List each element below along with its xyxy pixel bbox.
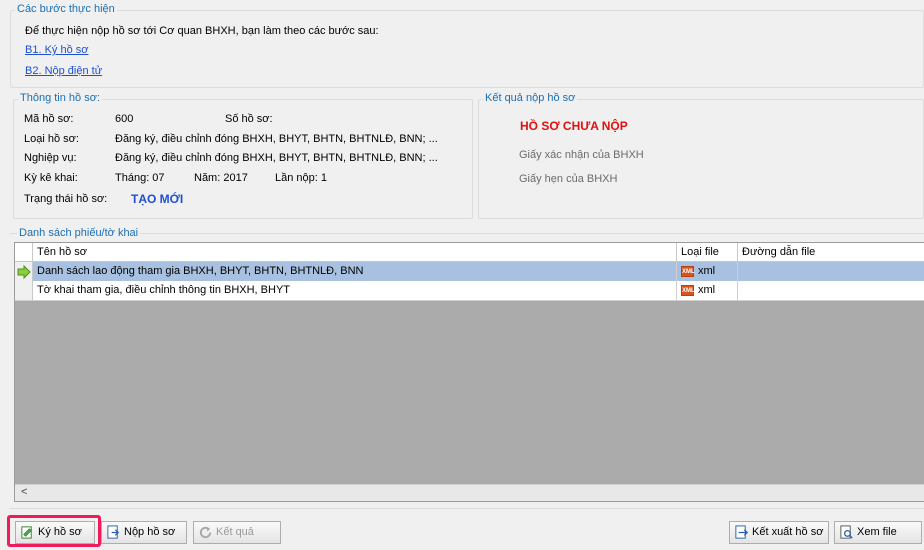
row-type-label: xml [698,265,716,277]
result-legend: Kết quả nộp hồ sơ [483,92,578,104]
nop-ho-so-label: Nộp hồ sơ [124,526,176,538]
xml-file-icon: XML [681,284,695,296]
trang-thai-value: TẠO MỚI [131,192,184,206]
nam-value: Năm: 2017 [194,172,248,184]
ky-ke-khai-label: Kỳ kê khai: [24,172,78,184]
bottom-divider [10,508,924,509]
steps-legend: Các bước thực hiện [15,3,117,15]
current-row-arrow-icon [17,264,31,280]
ket-qua-label: Kết quả [216,526,254,538]
giay-hen-link[interactable]: Giấy hẹn của BHXH [519,173,617,185]
nghiep-vu-value: Đăng ký, điều chỉnh đóng BHXH, BHYT, BHT… [115,152,438,164]
scroll-left-arrow-icon[interactable]: < [21,486,27,498]
giay-xac-nhan-link[interactable]: Giấy xác nhận của BHXH [519,149,644,161]
ket-xuat-button[interactable]: Kết xuất hồ sơ [729,521,829,544]
xml-file-icon: XML [681,265,695,277]
nop-ho-so-button[interactable]: Nộp hồ sơ [101,521,187,544]
row-name: Tờ khai tham gia, điều chỉnh thông tin B… [33,281,677,300]
grid-header: Tên hồ sơ Loại file Đường dẫn file [15,243,924,262]
lan-nop-value: Lần nộp: 1 [275,172,327,184]
trang-thai-label: Trạng thái hồ sơ: [24,193,108,205]
list-group-line [10,233,924,234]
info-legend: Thông tin hồ sơ: [18,92,102,104]
row-type: XML xml [677,281,738,300]
submit-document-icon [107,525,120,539]
step1-link[interactable]: B1. Ký hồ sơ [25,44,88,56]
ma-ho-so-value: 600 [115,113,134,125]
row-path [738,262,924,281]
result-status: HỒ SƠ CHƯA NỘP [520,119,628,133]
steps-group: Các bước thực hiện [10,3,924,88]
ket-xuat-label: Kết xuất hồ sơ [752,526,824,538]
step2-link[interactable]: B2. Nộp điện tử [25,65,102,77]
refresh-icon [199,526,212,539]
so-ho-so-label: Số hồ sơ: [225,113,273,125]
export-icon [735,525,749,539]
thang-value: Tháng: 07 [115,172,165,184]
header-duong-dan[interactable]: Đường dẫn file [738,243,924,261]
row-path [738,281,924,300]
header-loai-file[interactable]: Loại file [677,243,738,261]
nghiep-vu-label: Nghiệp vụ: [24,152,77,164]
loai-ho-so-value: Đăng ký, điều chỉnh đóng BHXH, BHYT, BHT… [115,133,438,145]
file-grid: Tên hồ sơ Loại file Đường dẫn file Danh … [14,242,924,502]
table-row[interactable]: Tờ khai tham gia, điều chỉnh thông tin B… [15,281,924,301]
loai-ho-so-label: Loại hồ sơ: [24,133,79,145]
row-type: XML xml [677,262,738,281]
ma-ho-so-label: Mã hồ sơ: [24,113,74,125]
ky-ho-so-highlight [7,515,101,547]
header-indicator [15,243,33,261]
row-name: Danh sách lao động tham gia BHXH, BHYT, … [33,262,677,281]
horizontal-scrollbar[interactable]: < [15,484,924,501]
ket-qua-button[interactable]: Kết quả [193,521,281,544]
steps-intro: Để thực hiện nộp hồ sơ tới Cơ quan BHXH,… [25,25,379,37]
row-indicator [15,281,33,300]
row-indicator [15,262,33,281]
list-legend: Danh sách phiếu/tờ khai [17,227,141,239]
header-ten-ho-so[interactable]: Tên hồ sơ [33,243,677,261]
row-type-label: xml [698,284,716,296]
xem-file-button[interactable]: Xem file [834,521,922,544]
table-row[interactable]: Danh sách lao động tham gia BHXH, BHYT, … [15,262,924,281]
xem-file-label: Xem file [857,526,897,538]
view-file-icon [840,525,853,539]
